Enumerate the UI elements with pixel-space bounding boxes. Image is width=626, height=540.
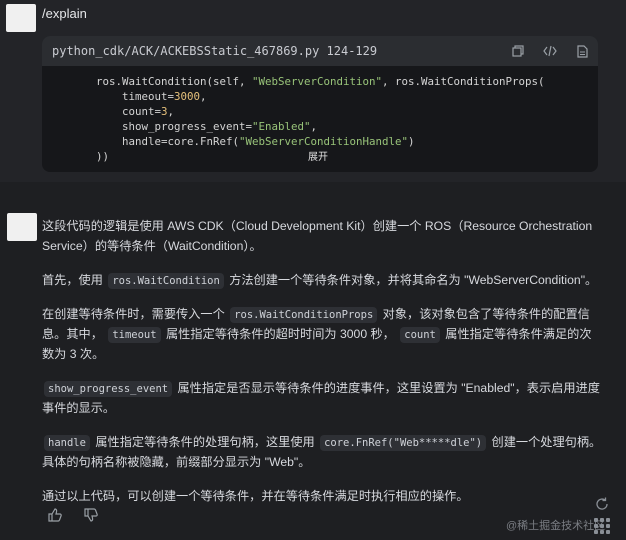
code-line: )) [96,150,110,163]
code-line: show_progress_event="Enabled", [96,120,318,133]
copy-icon[interactable] [502,45,534,57]
inline-code: show_progress_event [44,381,173,397]
code-line: ros.WaitCondition(self, "WebServerCondit… [96,75,545,88]
grid-icon[interactable] [594,518,610,534]
answer-paragraph: handle 属性指定等待条件的处理句柄，这里使用 core.FnRef("We… [42,435,602,469]
assistant-avatar [7,213,37,241]
answer-paragraph: 这段代码的逻辑是使用 AWS CDK（Cloud Development Kit… [42,219,593,253]
code-line: count=3, [96,105,175,118]
file-reference[interactable]: python_cdk/ACK/ACKEBSStatic_467869.py 12… [52,44,502,58]
inline-code: count [400,327,440,343]
inline-code: ros.WaitConditionProps [230,307,378,323]
insert-file-icon[interactable] [566,44,598,58]
expand-button[interactable]: 展开 [308,148,328,163]
code-line: timeout=3000, [96,90,207,103]
code-icon[interactable] [534,45,566,57]
inline-code: timeout [108,327,161,343]
user-avatar [6,4,36,32]
feedback-actions [46,506,100,524]
inline-code: ros.WaitCondition [108,273,224,289]
code-snippet-card: python_cdk/ACK/ACKEBSStatic_467869.py 12… [42,36,598,172]
inline-code: handle [44,435,90,451]
answer-paragraph: 通过以上代码，可以创建一个等待条件，并在等待条件满足时执行相应的操作。 [42,489,469,503]
answer-paragraph: show_progress_event 属性指定是否显示等待条件的进度事件，这里… [42,381,600,415]
inline-code: core.FnRef("Web*****dle") [320,435,487,451]
answer-paragraph: 在创建等待条件时，需要传入一个 ros.WaitConditionProps 对… [42,307,592,361]
thumbs-up-icon[interactable] [46,506,64,524]
command-text: /explain [42,6,87,21]
assistant-answer: 这段代码的逻辑是使用 AWS CDK（Cloud Development Kit… [42,216,602,520]
thumbs-down-icon[interactable] [82,506,100,524]
user-message: /explain python_cdk/ACK/ACKEBSStatic_467… [0,0,626,182]
code-line: handle=core.FnRef("WebServerConditionHan… [96,135,415,148]
refresh-icon[interactable] [594,496,616,515]
watermark-text: @稀土掘金技术社区 [506,520,606,532]
answer-paragraph: 首先，使用 ros.WaitCondition 方法创建一个等待条件对象，并将其… [42,273,598,289]
code-header: python_cdk/ACK/ACKEBSStatic_467869.py 12… [42,36,598,66]
